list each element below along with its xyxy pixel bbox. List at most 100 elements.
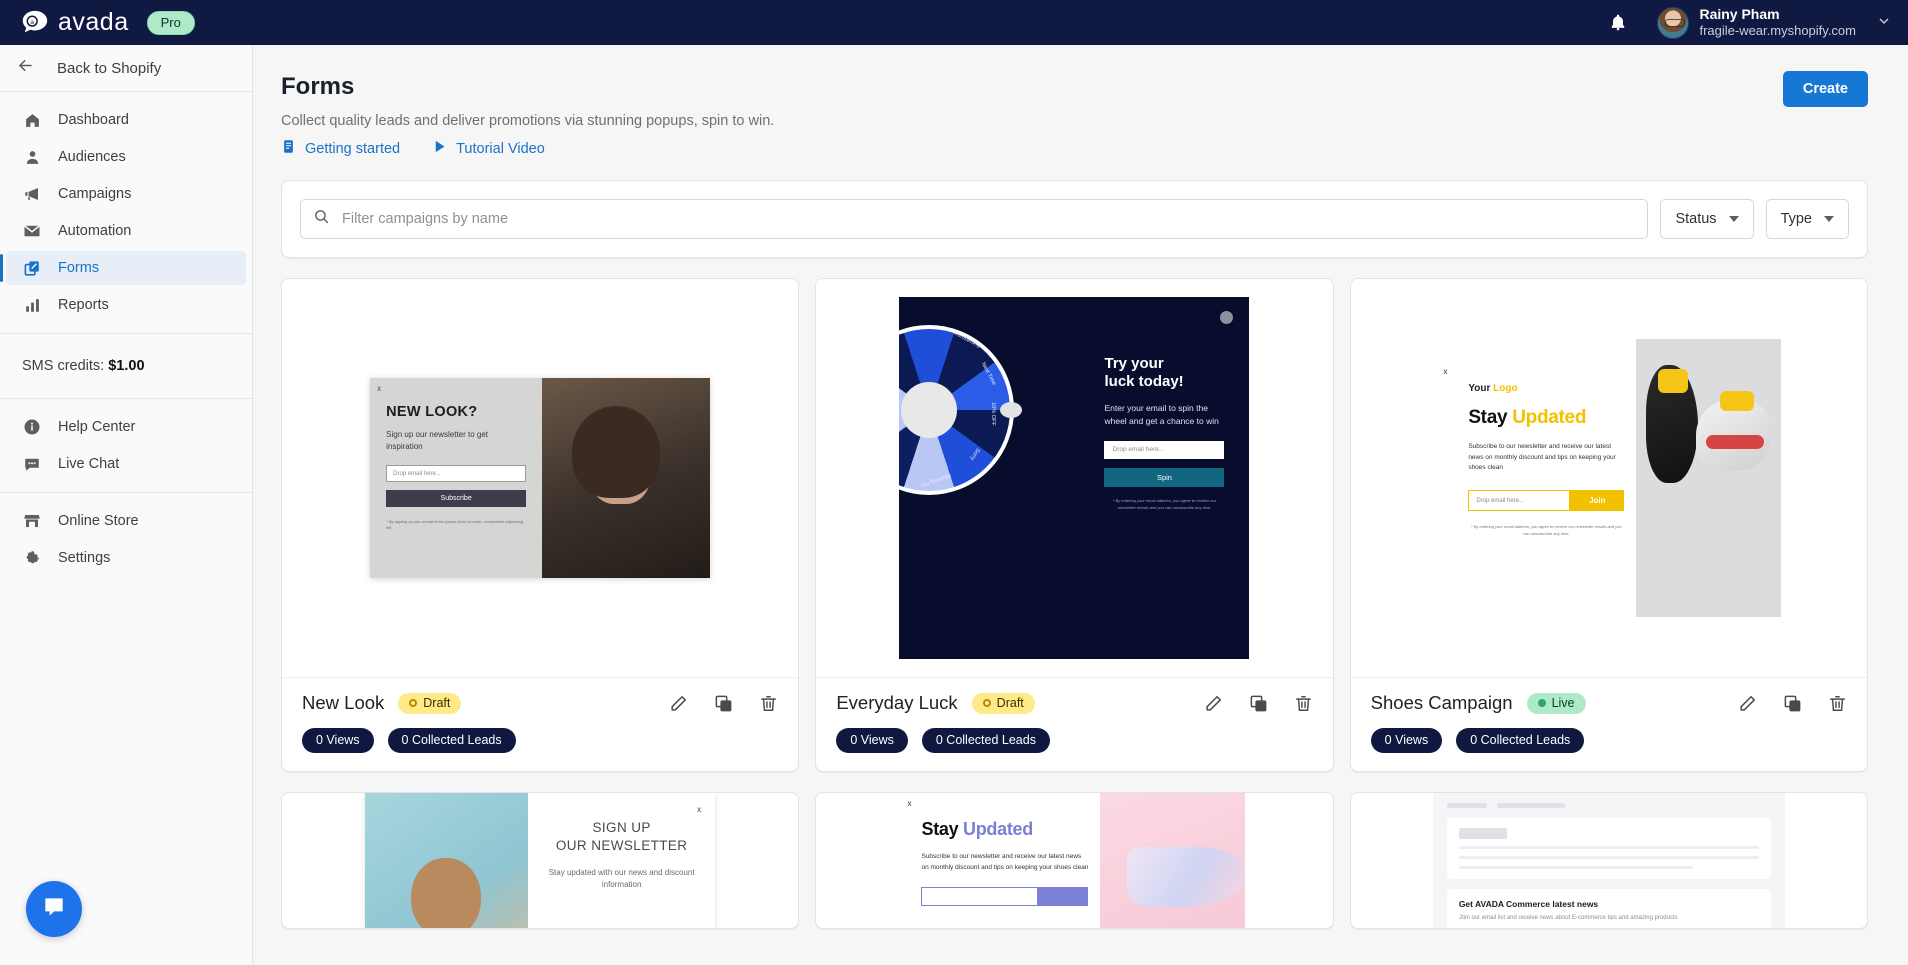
views-pill: 0 Views bbox=[836, 728, 908, 753]
back-to-shopify-button[interactable]: Back to Shopify bbox=[0, 45, 252, 91]
sidebar-item-live-chat[interactable]: Live Chat bbox=[6, 447, 246, 481]
preview-email-input: Drop email here... bbox=[1104, 440, 1225, 459]
preview-image bbox=[1100, 793, 1246, 928]
forms-icon bbox=[22, 258, 42, 278]
sidebar-item-forms[interactable]: Forms bbox=[0, 251, 246, 285]
top-bar: a avada Pro Rainy Pham fragile-wear.mysh… bbox=[0, 0, 1908, 45]
create-button[interactable]: Create bbox=[1782, 71, 1868, 107]
edit-icon[interactable] bbox=[1738, 694, 1757, 713]
form-card[interactable]: x Stay Updated Subscribe to our newslett… bbox=[815, 792, 1334, 929]
search-icon bbox=[313, 208, 330, 230]
preview-heading: NEW LOOK? bbox=[386, 404, 478, 420]
preview-email-input bbox=[921, 887, 1039, 907]
avatar[interactable] bbox=[1657, 6, 1690, 39]
sidebar-item-label: Dashboard bbox=[58, 112, 129, 128]
avada-logo-icon: a bbox=[20, 8, 50, 38]
signup-popup-preview: x SIGN UP OUR NEWSLETTER Stay updated wi… bbox=[365, 793, 716, 928]
delete-icon[interactable] bbox=[1294, 694, 1313, 713]
sidebar-item-dashboard[interactable]: Dashboard bbox=[6, 103, 246, 137]
sms-credits-row: SMS credits: $1.00 bbox=[0, 334, 252, 399]
wheel-pointer-knob bbox=[1000, 402, 1023, 418]
preview-heading-accent: Updated bbox=[1512, 407, 1587, 428]
sidebar-item-label: Online Store bbox=[58, 513, 139, 529]
duplicate-icon[interactable] bbox=[714, 694, 733, 713]
form-title: Shoes Campaign bbox=[1370, 692, 1513, 713]
duplicate-icon[interactable] bbox=[1249, 694, 1268, 713]
preview-heading: Get AVADA Commerce latest news bbox=[1458, 899, 1599, 909]
sidebar-item-label: Audiences bbox=[58, 149, 126, 165]
preview-heading-line2: OUR NEWSLETTER bbox=[555, 838, 688, 854]
spinwheel-popup-preview: Membership Next Time 10% OFF Sorry Study… bbox=[899, 297, 1250, 659]
preview-spin-button: Spin bbox=[1104, 467, 1225, 487]
play-icon bbox=[432, 139, 447, 158]
form-title: Everyday Luck bbox=[836, 692, 958, 713]
edit-icon[interactable] bbox=[1204, 694, 1223, 713]
person-icon bbox=[22, 147, 42, 167]
chevron-down-icon bbox=[1728, 216, 1739, 222]
leads-pill: 0 Collected Leads bbox=[1456, 728, 1585, 753]
form-card[interactable]: x SIGN UP OUR NEWSLETTER Stay updated wi… bbox=[281, 792, 800, 929]
back-to-shopify-label: Back to Shopify bbox=[57, 59, 162, 77]
page-header: Forms Collect quality leads and deliver … bbox=[253, 45, 1908, 158]
delete-icon[interactable] bbox=[1828, 694, 1847, 713]
sidebar-item-automation[interactable]: Automation bbox=[6, 214, 246, 248]
preview-body: Stay updated with our news and discount … bbox=[548, 868, 695, 890]
bar-chart-icon bbox=[22, 295, 42, 315]
form-preview-thumbnail[interactable]: Membership Next Time 10% OFF Sorry Study… bbox=[816, 279, 1333, 677]
sidebar-main-nav: Dashboard Audiences Campaigns Automation… bbox=[0, 92, 252, 334]
close-icon: x bbox=[1443, 367, 1448, 376]
sidebar-item-help-center[interactable]: Help Center bbox=[6, 410, 246, 444]
preview-join-button bbox=[1038, 887, 1089, 907]
form-preview-thumbnail[interactable]: x NEW LOOK? Sign up our newsletter to ge… bbox=[282, 279, 799, 677]
sidebar: Back to Shopify Dashboard Audiences Camp… bbox=[0, 45, 253, 965]
chevron-down-icon[interactable] bbox=[1876, 13, 1892, 32]
form-card[interactable]: Get AVADA Commerce latest news Join our … bbox=[1349, 792, 1868, 929]
preview-form: Drop email here... Join bbox=[1468, 490, 1625, 512]
form-preview-thumbnail[interactable]: x SIGN UP OUR NEWSLETTER Stay updated wi… bbox=[282, 793, 798, 928]
form-card[interactable]: x NEW LOOK? Sign up our newsletter to ge… bbox=[281, 278, 800, 772]
chat-icon bbox=[22, 454, 42, 474]
delete-icon[interactable] bbox=[759, 694, 778, 713]
wheel-label: 10% OFF bbox=[990, 402, 997, 426]
preview-body: Join our email list and receive news abo… bbox=[1458, 915, 1678, 921]
form-preview-thumbnail[interactable]: Get AVADA Commerce latest news Join our … bbox=[1351, 793, 1867, 928]
preview-heading-plain: Stay bbox=[921, 819, 959, 839]
status-badge: Draft bbox=[971, 692, 1035, 714]
duplicate-icon[interactable] bbox=[1783, 694, 1802, 713]
preview-email-input: Drop email here... bbox=[1468, 490, 1571, 512]
sidebar-item-campaigns[interactable]: Campaigns bbox=[6, 177, 246, 211]
sidebar-item-settings[interactable]: Settings bbox=[6, 541, 246, 575]
type-filter-label: Type bbox=[1780, 211, 1812, 227]
search-input[interactable] bbox=[342, 211, 1636, 227]
chevron-down-icon bbox=[1824, 216, 1834, 222]
form-preview-thumbnail[interactable]: x Stay Updated Subscribe to our newslett… bbox=[816, 793, 1332, 928]
bell-icon[interactable] bbox=[1605, 10, 1631, 36]
status-badge: Live bbox=[1526, 692, 1586, 714]
preview-fine-print: * By entering your email address, you ag… bbox=[1112, 497, 1217, 510]
sidebar-item-reports[interactable]: Reports bbox=[6, 288, 246, 322]
sidebar-item-online-store[interactable]: Online Store bbox=[6, 504, 246, 538]
tutorial-video-link[interactable]: Tutorial Video bbox=[432, 139, 545, 158]
getting-started-link[interactable]: Getting started bbox=[281, 139, 400, 158]
edit-icon[interactable] bbox=[669, 694, 688, 713]
search-field-wrapper[interactable] bbox=[300, 199, 1649, 239]
form-card-footer: Shoes Campaign Live 0 Views 0 Collected … bbox=[1350, 677, 1867, 771]
brand-logo[interactable]: a avada bbox=[20, 8, 129, 38]
status-dot-icon bbox=[982, 698, 991, 707]
form-preview-thumbnail[interactable]: x Your Logo Stay Updated Subscribe to ou… bbox=[1350, 279, 1867, 677]
preview-fine-print: * By signing up you accept lorem ipsum d… bbox=[386, 519, 524, 530]
live-chat-fab[interactable] bbox=[26, 881, 82, 937]
form-card[interactable]: x Your Logo Stay Updated Subscribe to ou… bbox=[1349, 278, 1868, 772]
sidebar-item-label: Automation bbox=[58, 223, 132, 239]
sidebar-item-audiences[interactable]: Audiences bbox=[6, 140, 246, 174]
form-card[interactable]: Membership Next Time 10% OFF Sorry Study… bbox=[815, 278, 1334, 772]
status-badge-label: Draft bbox=[423, 695, 451, 710]
status-badge-label: Draft bbox=[996, 695, 1024, 710]
status-filter-button[interactable]: Status bbox=[1660, 199, 1754, 239]
close-icon: x bbox=[907, 799, 912, 808]
status-dot-icon bbox=[1537, 698, 1546, 707]
sidebar-item-label: Live Chat bbox=[58, 456, 120, 472]
preview-subscribe-button: Subscribe bbox=[386, 490, 527, 507]
type-filter-button[interactable]: Type bbox=[1765, 199, 1849, 239]
arrow-left-icon bbox=[16, 56, 35, 80]
